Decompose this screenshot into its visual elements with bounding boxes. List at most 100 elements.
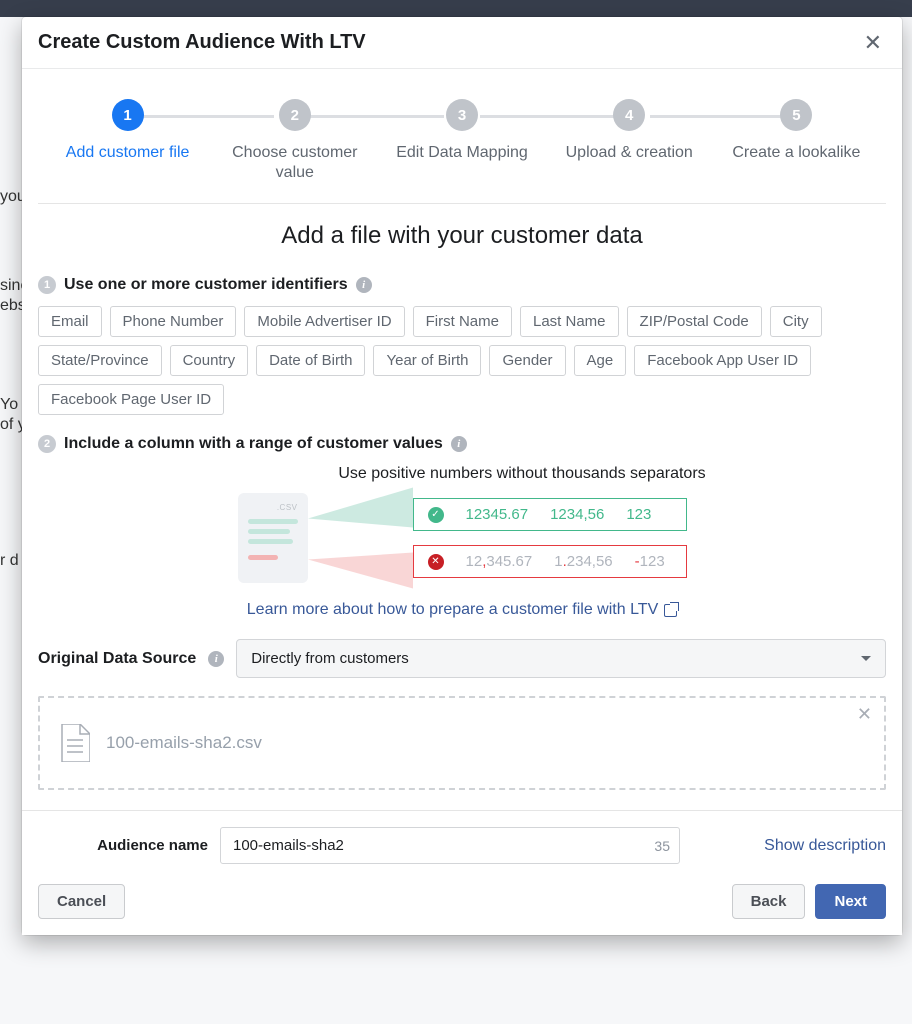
next-button[interactable]: Next bbox=[815, 884, 886, 919]
step-label: Add customer file bbox=[66, 143, 190, 163]
file-dropzone[interactable]: ✕ 100-emails-sha2.csv bbox=[38, 696, 886, 790]
step-number: 4 bbox=[613, 99, 645, 131]
step-label: Create a lookalike bbox=[732, 143, 860, 163]
example-visual: .CSV ✓ 12345.67 1234,56 123 bbox=[238, 493, 687, 583]
external-link-icon bbox=[664, 604, 677, 617]
audience-name-input[interactable] bbox=[220, 827, 680, 864]
learn-more-link[interactable]: Learn more about how to prepare a custom… bbox=[247, 601, 677, 619]
example-good: ✓ 12345.67 1234,56 123 bbox=[413, 498, 687, 531]
step-connector bbox=[141, 115, 275, 118]
step-connector bbox=[310, 115, 444, 118]
example-connectors bbox=[318, 493, 413, 583]
chip-fb-page-uid[interactable]: Facebook Page User ID bbox=[38, 384, 224, 415]
doc-line bbox=[248, 529, 291, 534]
example-area: Use positive numbers without thousands s… bbox=[38, 465, 886, 583]
step-number: 2 bbox=[279, 99, 311, 131]
example-value: 12345.67 bbox=[466, 506, 529, 523]
audience-name-wrap: 35 bbox=[220, 827, 680, 864]
modal-footer: Audience name 35 Show description Cancel… bbox=[22, 810, 902, 935]
step-create-lookalike[interactable]: 5 Create a lookalike bbox=[713, 99, 880, 163]
step-add-customer-file[interactable]: 1 Add customer file bbox=[44, 99, 211, 163]
csv-doc-icon: .CSV bbox=[238, 493, 308, 583]
step-connector bbox=[650, 115, 784, 118]
example-value: 1.234,56 bbox=[554, 553, 612, 570]
original-data-source-row: Original Data Source i Directly from cus… bbox=[38, 639, 886, 678]
audience-name-label: Audience name bbox=[38, 837, 208, 854]
stepper: 1 Add customer file 2 Choose customer va… bbox=[38, 69, 886, 203]
learn-more: Learn more about how to prepare a custom… bbox=[38, 601, 886, 619]
chip-phone[interactable]: Phone Number bbox=[110, 306, 237, 337]
info-icon[interactable]: i bbox=[451, 436, 467, 452]
substep-label: Use one or more customer identifiers bbox=[64, 276, 348, 294]
chip-yob[interactable]: Year of Birth bbox=[373, 345, 481, 376]
x-icon: ✕ bbox=[428, 554, 444, 570]
step-number: 3 bbox=[446, 99, 478, 131]
triangle-bad bbox=[308, 541, 413, 588]
example-value: -123 bbox=[635, 553, 665, 570]
doc-line bbox=[248, 539, 293, 544]
footer-top: Audience name 35 Show description bbox=[38, 827, 886, 864]
create-audience-modal: Create Custom Audience With LTV ✕ 1 Add … bbox=[22, 17, 902, 935]
doc-line bbox=[248, 519, 298, 524]
chevron-down-icon bbox=[861, 656, 871, 661]
example-bad: ✕ 12,345.67 1.234,56 -123 bbox=[413, 545, 687, 578]
chip-state[interactable]: State/Province bbox=[38, 345, 162, 376]
chip-email[interactable]: Email bbox=[38, 306, 102, 337]
substep-number: 2 bbox=[38, 435, 56, 453]
info-icon[interactable]: i bbox=[208, 651, 224, 667]
example-value: 12,345.67 bbox=[466, 553, 533, 570]
modal-header: Create Custom Audience With LTV ✕ bbox=[22, 17, 902, 69]
step-number: 1 bbox=[112, 99, 144, 131]
audience-name-charcount: 35 bbox=[654, 838, 670, 854]
modal-title: Create Custom Audience With LTV bbox=[38, 31, 366, 54]
chip-country[interactable]: Country bbox=[170, 345, 249, 376]
close-icon[interactable]: ✕ bbox=[860, 32, 886, 54]
example-value: 1234,56 bbox=[550, 506, 604, 523]
backdrop-text: Yo bbox=[0, 396, 18, 414]
example-boxes: ✓ 12345.67 1234,56 123 ✕ 12,345.67 1.234… bbox=[413, 498, 687, 578]
info-icon[interactable]: i bbox=[356, 277, 372, 293]
doc-extension: .CSV bbox=[248, 503, 298, 512]
step-choose-customer-value[interactable]: 2 Choose customer value bbox=[211, 99, 378, 183]
chip-fb-app-uid[interactable]: Facebook App User ID bbox=[634, 345, 811, 376]
doc-line bbox=[248, 555, 278, 560]
chip-age[interactable]: Age bbox=[574, 345, 627, 376]
select-value: Directly from customers bbox=[251, 650, 409, 667]
chip-dob[interactable]: Date of Birth bbox=[256, 345, 365, 376]
backdrop-text: r d bbox=[0, 552, 19, 570]
chip-mobile-advertiser-id[interactable]: Mobile Advertiser ID bbox=[244, 306, 404, 337]
example-hint: Use positive numbers without thousands s… bbox=[218, 465, 705, 483]
file-icon bbox=[60, 724, 90, 762]
learn-more-text: Learn more about how to prepare a custom… bbox=[247, 601, 658, 619]
show-description-link[interactable]: Show description bbox=[764, 837, 886, 855]
footer-buttons: Cancel Back Next bbox=[38, 884, 886, 919]
step-edit-data-mapping[interactable]: 3 Edit Data Mapping bbox=[378, 99, 545, 163]
triangle-good bbox=[308, 487, 413, 538]
substep-label: Include a column with a range of custome… bbox=[64, 435, 443, 453]
modal-body: 1 Add customer file 2 Choose customer va… bbox=[22, 69, 902, 810]
step-number: 5 bbox=[780, 99, 812, 131]
divider bbox=[38, 203, 886, 204]
identifier-chips: Email Phone Number Mobile Advertiser ID … bbox=[38, 306, 886, 415]
substep-number: 1 bbox=[38, 276, 56, 294]
data-source-label: Original Data Source bbox=[38, 650, 196, 668]
step-upload-creation[interactable]: 4 Upload & creation bbox=[546, 99, 713, 163]
remove-file-icon[interactable]: ✕ bbox=[857, 704, 872, 725]
chip-city[interactable]: City bbox=[770, 306, 822, 337]
substep-identifiers: 1 Use one or more customer identifiers i bbox=[38, 276, 886, 294]
cancel-button[interactable]: Cancel bbox=[38, 884, 125, 919]
data-source-select[interactable]: Directly from customers bbox=[236, 639, 886, 678]
backdrop-navbar bbox=[0, 0, 912, 17]
example-value: 123 bbox=[626, 506, 651, 523]
chip-zip[interactable]: ZIP/Postal Code bbox=[627, 306, 762, 337]
step-connector bbox=[480, 115, 614, 118]
back-button[interactable]: Back bbox=[732, 884, 806, 919]
chip-gender[interactable]: Gender bbox=[489, 345, 565, 376]
step-label: Edit Data Mapping bbox=[396, 143, 528, 163]
chip-last-name[interactable]: Last Name bbox=[520, 306, 619, 337]
chip-first-name[interactable]: First Name bbox=[413, 306, 512, 337]
section-title: Add a file with your customer data bbox=[38, 222, 886, 250]
uploaded-filename: 100-emails-sha2.csv bbox=[106, 733, 262, 753]
step-label: Upload & creation bbox=[566, 143, 693, 163]
substep-values: 2 Include a column with a range of custo… bbox=[38, 435, 886, 453]
